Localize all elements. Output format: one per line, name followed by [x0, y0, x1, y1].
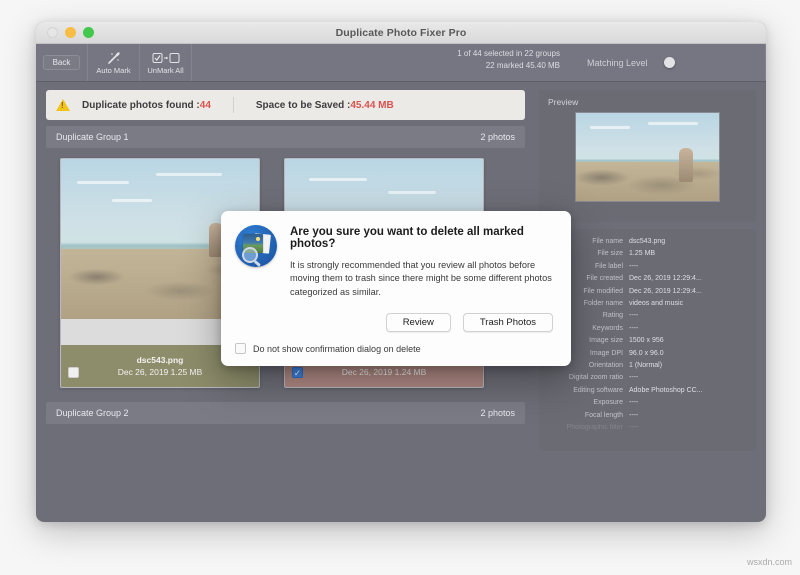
dialog-heading: Are you sure you want to delete all mark…	[290, 226, 524, 250]
do-not-show-again-label: Do not show confirmation dialog on delet…	[253, 343, 421, 354]
trash-photos-button[interactable]: Trash Photos	[462, 313, 553, 333]
dialog-actions: Review Trash Photos	[235, 313, 555, 333]
dialog-body-text: It is strongly recommended that you revi…	[290, 260, 552, 297]
watermark: wsxdn.com	[746, 557, 792, 567]
do-not-show-again-checkbox[interactable]	[235, 343, 246, 355]
confirmation-dialog: Are you sure you want to delete all mark…	[221, 211, 571, 367]
dialog-top: Are you sure you want to delete all mark…	[235, 225, 555, 299]
app-photo-icon	[235, 225, 277, 267]
screenshot-root: Duplicate Photo Fixer Pro Back Auto Mark	[0, 0, 800, 575]
review-button[interactable]: Review	[385, 313, 451, 333]
do-not-show-again-row[interactable]: Do not show confirmation dialog on delet…	[235, 343, 555, 355]
